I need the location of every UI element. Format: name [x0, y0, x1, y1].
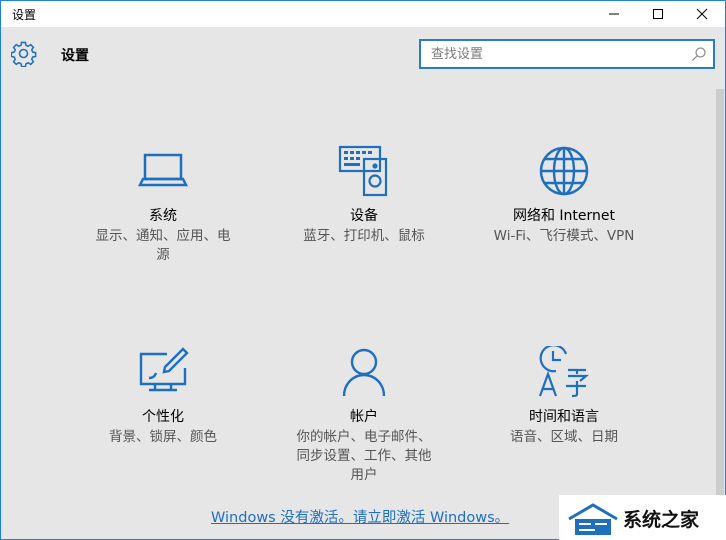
- tile-system[interactable]: 系统 显示、通知、应用、电 源: [73, 145, 253, 265]
- tile-devices-name: 设备: [350, 208, 378, 224]
- tile-devices[interactable]: 设备 蓝牙、打印机、鼠标: [274, 145, 454, 246]
- tile-system-desc-line2: 源: [156, 247, 170, 263]
- title-bar: 设置: [1, 1, 725, 27]
- search-icon[interactable]: [691, 46, 707, 62]
- person-icon: [342, 348, 386, 397]
- watermark-logo: 系统之家: [559, 495, 726, 540]
- window-title: 设置: [12, 8, 37, 22]
- minimize-icon: [609, 13, 619, 15]
- scroll-thumb[interactable]: [716, 89, 724, 509]
- gear-icon: [11, 41, 37, 67]
- maximize-button[interactable]: [641, 1, 675, 27]
- close-button[interactable]: [685, 1, 719, 27]
- activate-windows-link[interactable]: Windows 没有激活。请立即激活 Windows。: [211, 506, 509, 527]
- maximize-icon: [653, 9, 663, 19]
- clock-language-icon: [538, 346, 590, 398]
- keyboard-speaker-icon: [338, 145, 388, 197]
- page-title: 设置: [61, 48, 89, 64]
- tile-network-name: 网络和 Internet: [512, 208, 616, 224]
- watermark-text: 系统之家: [623, 509, 700, 531]
- globe-icon: [539, 146, 589, 196]
- tile-accounts[interactable]: 帐户 你的帐户、电子邮件、 同步设置、工作、其他 用户: [274, 346, 454, 485]
- close-icon: [696, 8, 708, 20]
- tile-time-language-name: 时间和语言: [529, 409, 599, 425]
- monitor-brush-icon: [139, 347, 189, 392]
- tile-devices-desc: 蓝牙、打印机、鼠标: [303, 228, 425, 244]
- search-input[interactable]: [421, 41, 671, 67]
- tile-system-name: 系统: [149, 208, 177, 224]
- search-box[interactable]: [419, 39, 715, 69]
- tile-network[interactable]: 网络和 Internet Wi-Fi、飞行模式、VPN: [474, 145, 654, 246]
- settings-window: 设置 设置 查找设置 系统 显示、通知、应用、电 源 设备 蓝牙、打印机、鼠标 …: [0, 0, 726, 540]
- laptop-icon: [137, 153, 189, 187]
- tile-time-language[interactable]: 时间和语言 语音、区域、日期: [474, 346, 654, 447]
- house-logo-icon: [568, 503, 618, 535]
- header: 设置: [1, 27, 725, 83]
- tile-personalization-desc: 背景、锁屏、颜色: [109, 429, 217, 445]
- tile-accounts-desc-line2: 同步设置、工作、其他: [296, 448, 432, 464]
- tile-system-desc-line1: 显示、通知、应用、电: [95, 228, 231, 244]
- tile-accounts-desc-line3: 用户: [350, 467, 378, 483]
- tile-accounts-name: 帐户: [350, 409, 378, 425]
- tile-time-language-desc: 语音、区域、日期: [510, 429, 618, 445]
- tile-personalization[interactable]: 个性化 背景、锁屏、颜色: [73, 346, 253, 447]
- tile-network-desc: Wi-Fi、飞行模式、VPN: [493, 228, 635, 244]
- tile-personalization-name: 个性化: [142, 409, 184, 425]
- tile-accounts-desc-line1: 你的帐户、电子邮件、: [296, 429, 432, 445]
- minimize-button[interactable]: [597, 1, 631, 27]
- scrollbar[interactable]: [715, 89, 725, 509]
